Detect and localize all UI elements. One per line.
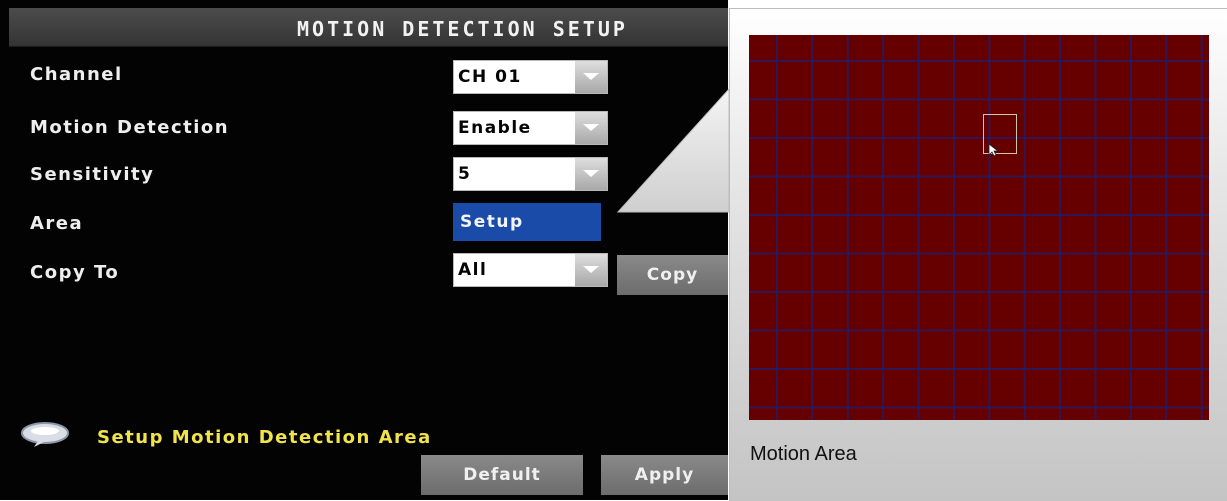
copy-to-value: All <box>458 260 488 280</box>
dropdown-arrow-icon[interactable] <box>575 61 607 93</box>
motion-area-caption: Motion Area <box>750 443 857 465</box>
dropdown-arrow-icon[interactable] <box>575 254 607 286</box>
motion-detection-value: Enable <box>458 118 532 138</box>
sensitivity-value: 5 <box>458 164 472 184</box>
motion-area-grid[interactable] <box>749 35 1209 420</box>
apply-button[interactable]: Apply <box>601 455 728 495</box>
sensitivity-select[interactable]: 5 <box>453 157 608 191</box>
copy-to-select[interactable]: All <box>453 253 608 287</box>
copy-to-label: Copy To <box>30 262 120 283</box>
channel-label: Channel <box>30 64 123 85</box>
dialog-title: MOTION DETECTION SETUP <box>297 17 628 41</box>
copy-button[interactable]: Copy <box>617 255 728 295</box>
dialog-title-bar: MOTION DETECTION SETUP <box>9 8 728 47</box>
motion-detection-label: Motion Detection <box>30 117 230 138</box>
hint-text: Setup Motion Detection Area <box>97 427 432 448</box>
channel-select[interactable]: CH 01 <box>453 60 608 94</box>
area-setup-button[interactable]: Setup <box>453 203 601 241</box>
motion-detection-select[interactable]: Enable <box>453 111 608 145</box>
dropdown-arrow-icon[interactable] <box>575 158 607 190</box>
sensitivity-label: Sensitivity <box>30 164 155 185</box>
mouse-cursor-icon <box>988 143 1000 157</box>
channel-value: CH 01 <box>458 67 522 87</box>
motion-detection-dialog: MOTION DETECTION SETUP Channel CH 01 Mot… <box>0 0 728 500</box>
area-label: Area <box>30 213 84 234</box>
default-button[interactable]: Default <box>421 455 583 495</box>
info-bubble-icon <box>21 422 69 447</box>
area-setup-button-label: Setup <box>460 212 524 232</box>
dropdown-arrow-icon[interactable] <box>575 112 607 144</box>
